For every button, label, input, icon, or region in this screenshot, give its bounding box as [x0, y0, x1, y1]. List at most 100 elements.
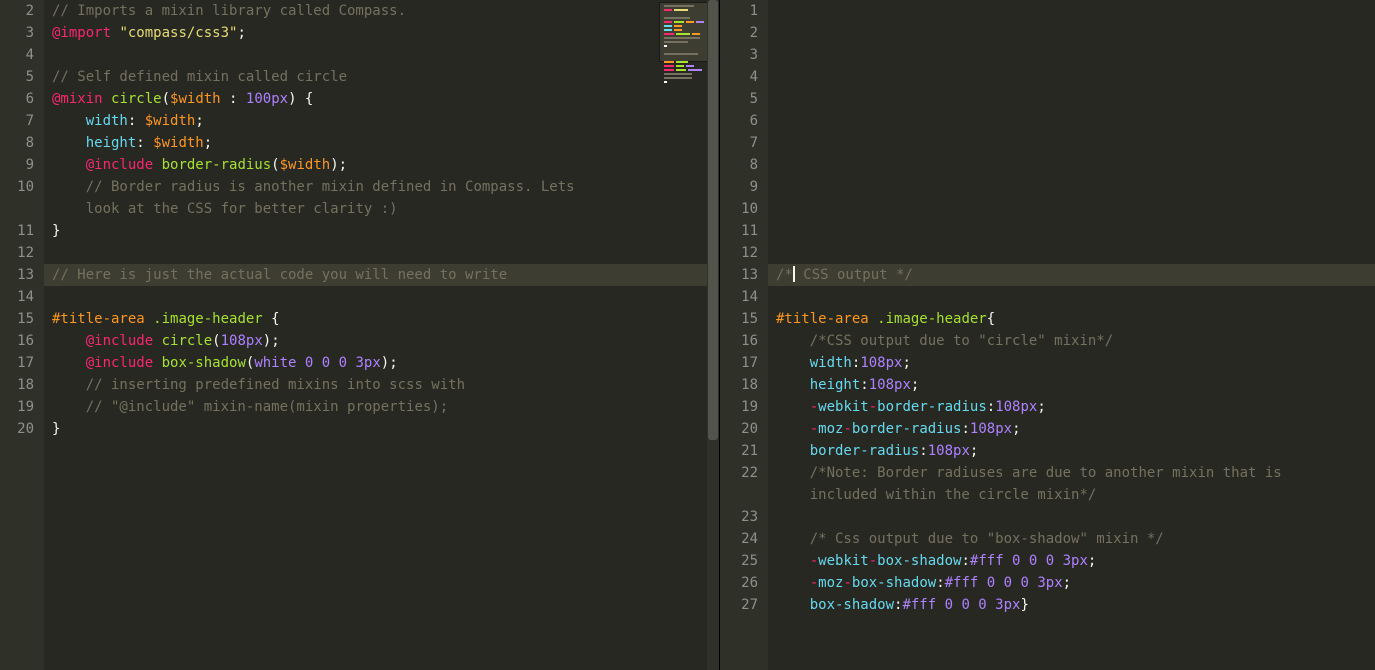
editor-pane-left[interactable]: 234567891011121314151617181920 // Import…: [0, 0, 720, 670]
token: {: [263, 311, 280, 327]
code-line[interactable]: width:108px;: [776, 352, 1375, 374]
code-line[interactable]: [776, 220, 1375, 242]
code-line[interactable]: [776, 22, 1375, 44]
gutter-line: 4: [720, 66, 758, 88]
token: -: [869, 399, 877, 415]
code-line[interactable]: [776, 176, 1375, 198]
code-line[interactable]: -moz-box-shadow:#fff 0 0 0 3px;: [776, 572, 1375, 594]
gutter-line: 9: [0, 154, 34, 176]
token: /*Note: Border radiuses are due to anoth…: [810, 465, 1290, 481]
gutter-line: 6: [0, 88, 34, 110]
gutter-line: 1: [720, 0, 758, 22]
token: ;: [1037, 399, 1045, 415]
gutter-line: 12: [0, 242, 34, 264]
scrollbar-thumb-left[interactable]: [708, 0, 718, 440]
code-line[interactable]: -moz-border-radius:108px;: [776, 418, 1375, 440]
token: -: [810, 575, 818, 591]
editor-pane-right[interactable]: 1234567891011121314151617181920212223242…: [720, 0, 1375, 670]
code-line[interactable]: /* CSS output */: [776, 264, 1375, 286]
token: white 0 0 0 3px: [254, 355, 380, 371]
code-line[interactable]: -webkit-border-radius:108px;: [776, 396, 1375, 418]
token: $width: [170, 91, 221, 107]
code-line[interactable]: [776, 506, 1375, 528]
token: // "@include" mixin-name(mixin propertie…: [86, 399, 448, 415]
code-line[interactable]: included within the circle mixin*/: [776, 484, 1375, 506]
gutter-line: 5: [720, 88, 758, 110]
token: ;: [1063, 575, 1071, 591]
token: .image-header: [877, 311, 987, 327]
scrollbar-left[interactable]: [707, 0, 719, 670]
code-line[interactable]: look at the CSS for better clarity :): [52, 198, 719, 220]
token: [145, 311, 153, 327]
token: @include: [86, 157, 153, 173]
token: /* Css output due to "box-shadow" mixin …: [810, 531, 1164, 547]
code-line[interactable]: [776, 110, 1375, 132]
token: moz: [818, 575, 843, 591]
code-line[interactable]: [776, 286, 1375, 308]
code-line[interactable]: /*CSS output due to "circle" mixin*/: [776, 330, 1375, 352]
token: }: [52, 421, 60, 437]
code-line[interactable]: box-shadow:#fff 0 0 0 3px}: [776, 594, 1375, 616]
token: ) {: [288, 91, 313, 107]
gutter-line: 27: [720, 594, 758, 616]
code-line[interactable]: height:108px;: [776, 374, 1375, 396]
code-line[interactable]: [776, 132, 1375, 154]
code-line[interactable]: }: [52, 418, 719, 440]
gutter-line: 24: [720, 528, 758, 550]
code-line[interactable]: // Here is just the actual code you will…: [52, 264, 719, 286]
gutter-line: 10: [720, 198, 758, 220]
code-line[interactable]: @include circle(108px);: [52, 330, 719, 352]
code-line[interactable]: // "@include" mixin-name(mixin propertie…: [52, 396, 719, 418]
code-line[interactable]: #title-area .image-header{: [776, 308, 1375, 330]
token: border-radius: [852, 421, 962, 437]
code-line[interactable]: }: [52, 220, 719, 242]
token: ;: [1012, 421, 1020, 437]
code-area-left[interactable]: // Imports a mixin library called Compas…: [44, 0, 719, 670]
code-line[interactable]: @import "compass/css3";: [52, 22, 719, 44]
gutter-line: 21: [720, 440, 758, 462]
code-line[interactable]: [776, 154, 1375, 176]
token: border-radius: [162, 157, 272, 173]
code-line[interactable]: [776, 198, 1375, 220]
gutter-line: 13: [720, 264, 758, 286]
code-line[interactable]: [776, 242, 1375, 264]
code-line[interactable]: /* Css output due to "box-shadow" mixin …: [776, 528, 1375, 550]
code-line[interactable]: [776, 88, 1375, 110]
code-line[interactable]: #title-area .image-header {: [52, 308, 719, 330]
code-line[interactable]: height: $width;: [52, 132, 719, 154]
code-line[interactable]: -webkit-box-shadow:#fff 0 0 0 3px;: [776, 550, 1375, 572]
code-line[interactable]: border-radius:108px;: [776, 440, 1375, 462]
gutter-line: 2: [0, 0, 34, 22]
code-line[interactable]: @include box-shadow(white 0 0 0 3px);: [52, 352, 719, 374]
code-line[interactable]: // Imports a mixin library called Compas…: [52, 0, 719, 22]
gutter-line: [720, 484, 758, 506]
code-line[interactable]: // Self defined mixin called circle: [52, 66, 719, 88]
gutter-line: 9: [720, 176, 758, 198]
code-line[interactable]: [52, 242, 719, 264]
token: #title-area: [776, 311, 869, 327]
gutter-line: 25: [720, 550, 758, 572]
token: -: [810, 421, 818, 437]
code-line[interactable]: [776, 44, 1375, 66]
gutter-line: 8: [720, 154, 758, 176]
gutter-line: 19: [720, 396, 758, 418]
token: #fff 0 0 0 3px: [970, 553, 1088, 569]
code-line[interactable]: [52, 286, 719, 308]
code-line[interactable]: [52, 44, 719, 66]
code-line[interactable]: /*Note: Border radiuses are due to anoth…: [776, 462, 1375, 484]
gutter-line: 3: [0, 22, 34, 44]
token: -: [843, 421, 851, 437]
token: box-shadow: [877, 553, 961, 569]
code-line[interactable]: // inserting predefined mixins into scss…: [52, 374, 719, 396]
token: webkit: [818, 553, 869, 569]
code-line[interactable]: width: $width;: [52, 110, 719, 132]
code-line[interactable]: [776, 66, 1375, 88]
code-area-right[interactable]: /* CSS output */ #title-area .image-heade…: [768, 0, 1375, 670]
token: @include: [86, 333, 153, 349]
code-line[interactable]: [776, 0, 1375, 22]
code-line[interactable]: @mixin circle($width : 100px) {: [52, 88, 719, 110]
code-line[interactable]: @include border-radius($width);: [52, 154, 719, 176]
gutter-line: 22: [720, 462, 758, 484]
token: moz: [818, 421, 843, 437]
code-line[interactable]: // Border radius is another mixin define…: [52, 176, 719, 198]
